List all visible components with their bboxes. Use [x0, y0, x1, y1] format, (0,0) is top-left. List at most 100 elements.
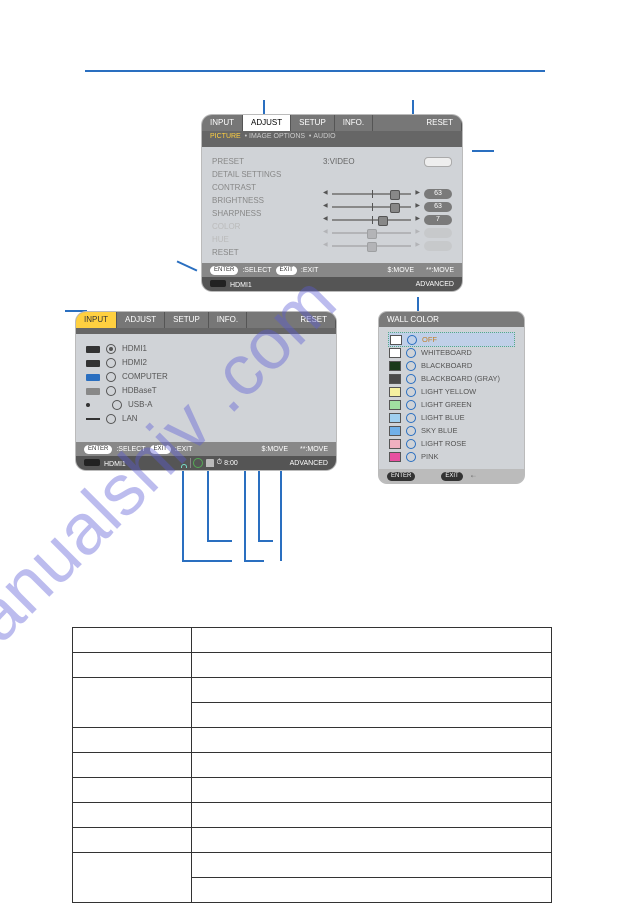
- hdmi-icon: [84, 459, 100, 466]
- hdmi-icon: [86, 346, 100, 353]
- table-cell: [192, 753, 552, 778]
- menu-tabs: INPUT ADJUST SETUP INFO. RESET: [202, 115, 462, 131]
- wall-color-light-blue[interactable]: LIGHT BLUE: [389, 411, 514, 424]
- table-cell: [73, 678, 192, 728]
- tab-input[interactable]: INPUT: [76, 312, 117, 328]
- callout-line: [182, 560, 232, 562]
- input-computer[interactable]: COMPUTER: [86, 370, 168, 384]
- input-hdmi2[interactable]: HDMI2: [86, 356, 168, 370]
- swatch-icon: [390, 335, 402, 345]
- osd-footer: ENTER:SELECT EXIT:EXIT $:MOVE **:MOVE: [76, 442, 336, 456]
- enter-key-icon: ENTER: [210, 266, 238, 275]
- label-detail: DETAIL SETTINGS: [212, 168, 307, 181]
- exit-key-icon: EXIT: [150, 445, 171, 454]
- table-cell: [192, 678, 552, 703]
- tab-reset[interactable]: RESET: [292, 312, 336, 328]
- callout-line: [258, 540, 273, 542]
- callout-line: [207, 540, 232, 542]
- exit-key-icon: EXIT: [276, 266, 297, 275]
- slider-sharpness[interactable]: ◀ ▶ 7: [323, 213, 452, 226]
- label-sharpness: SHARPNESS: [212, 207, 307, 220]
- table-cell: [192, 803, 552, 828]
- source-bar: HDMI1 ADVANCED: [202, 277, 462, 291]
- tab-adjust[interactable]: ADJUST: [243, 115, 291, 131]
- callout-line: [244, 560, 264, 562]
- wall-color-light-rose[interactable]: LIGHT ROSE: [389, 437, 514, 450]
- table-cell: [192, 653, 552, 678]
- input-list: HDMI1 HDMI2 COMPUTER HDBaseT USB-A LAN: [86, 342, 168, 438]
- wireless-icon: [178, 459, 188, 467]
- source-bar: HDMI1 ⏱ 8:00 ADVANCED: [76, 456, 336, 470]
- label-hue: HUE: [212, 233, 307, 246]
- input-usba[interactable]: USB-A: [86, 398, 168, 412]
- swatch-icon: [389, 426, 401, 436]
- lan-icon: [86, 418, 100, 420]
- exit-key-icon: EXIT: [441, 472, 462, 481]
- table-cell: [73, 728, 192, 753]
- value-sharpness: 7: [424, 215, 452, 225]
- wall-color-whiteboard[interactable]: WHITEBOARD: [389, 346, 514, 359]
- description-table: [72, 627, 552, 903]
- hdmi-icon: [86, 360, 100, 367]
- swatch-icon: [389, 439, 401, 449]
- osd-input-panel: INPUT ADJUST SETUP INFO. RESET HDMI1 HDM…: [76, 312, 336, 470]
- slider-brightness[interactable]: ◀ ▶ 63: [323, 200, 452, 213]
- table-cell: [192, 878, 552, 903]
- input-lan[interactable]: LAN: [86, 412, 168, 426]
- hdmi-icon: [210, 280, 226, 287]
- tab-setup[interactable]: SETUP: [165, 312, 209, 328]
- callout-line: [258, 471, 260, 541]
- timer-value: 8:00: [224, 460, 238, 467]
- header-rule: [85, 70, 545, 72]
- wall-color-sky-blue[interactable]: SKY BLUE: [389, 424, 514, 437]
- table-cell: [192, 853, 552, 878]
- swatch-icon: [389, 452, 401, 462]
- swatch-icon: [389, 361, 401, 371]
- callout-line: [244, 471, 246, 561]
- tab-reset[interactable]: RESET: [418, 115, 462, 131]
- subtab-image-options[interactable]: IMAGE OPTIONS: [249, 133, 305, 140]
- label-brightness: BRIGHTNESS: [212, 194, 307, 207]
- swatch-icon: [389, 413, 401, 423]
- wall-color-pink[interactable]: PINK: [389, 450, 514, 463]
- slider-hue: ◀▶: [323, 239, 452, 252]
- wall-color-dialog: WALL COLOR OFF WHITEBOARD BLACKBOARD BLA…: [379, 312, 524, 483]
- wall-color-off[interactable]: OFF: [388, 332, 515, 347]
- tab-input[interactable]: INPUT: [202, 115, 243, 131]
- wall-color-blackboard-gray[interactable]: BLACKBOARD (GRAY): [389, 372, 514, 385]
- setting-labels: PRESET DETAIL SETTINGS CONTRAST BRIGHTNE…: [212, 155, 307, 259]
- subtab-audio[interactable]: AUDIO: [313, 133, 335, 140]
- osd-adjust-panel: INPUT ADJUST SETUP INFO. RESET PICTURE •…: [202, 115, 462, 291]
- input-hdbaset[interactable]: HDBaseT: [86, 384, 168, 398]
- hdbaset-icon: [86, 388, 100, 395]
- enter-key-icon: ENTER: [387, 472, 415, 481]
- subtab-picture[interactable]: PICTURE: [210, 133, 241, 140]
- tab-info[interactable]: INFO.: [335, 115, 373, 131]
- tab-info[interactable]: INFO.: [209, 312, 247, 328]
- table-cell: [192, 628, 552, 653]
- table-cell: [73, 778, 192, 803]
- wall-color-light-yellow[interactable]: LIGHT YELLOW: [389, 385, 514, 398]
- slider-contrast[interactable]: ◀ ▶ 63: [323, 187, 452, 200]
- value-contrast: 63: [424, 189, 452, 199]
- wall-color-list: OFF WHITEBOARD BLACKBOARD BLACKBOARD (GR…: [379, 327, 524, 469]
- input-hdmi1[interactable]: HDMI1: [86, 342, 168, 356]
- eco-icon: [193, 458, 203, 468]
- wall-color-light-green[interactable]: LIGHT GREEN: [389, 398, 514, 411]
- menu-mode: ADVANCED: [290, 460, 328, 467]
- swatch-icon: [389, 348, 401, 358]
- tab-adjust[interactable]: ADJUST: [117, 312, 165, 328]
- slider-color: ◀▶: [323, 226, 452, 239]
- value-brightness: 63: [424, 202, 452, 212]
- wall-color-blackboard[interactable]: BLACKBOARD: [389, 359, 514, 372]
- usb-icon: [86, 403, 90, 407]
- table-cell: [192, 728, 552, 753]
- label-contrast: CONTRAST: [212, 181, 307, 194]
- label-preset: PRESET: [212, 155, 307, 168]
- preset-value: 3:VIDEO: [323, 155, 355, 168]
- table-cell: [192, 778, 552, 803]
- label-color: COLOR: [212, 220, 307, 233]
- tab-setup[interactable]: SETUP: [291, 115, 335, 131]
- preset-toggle[interactable]: [424, 157, 452, 167]
- table-cell: [192, 828, 552, 853]
